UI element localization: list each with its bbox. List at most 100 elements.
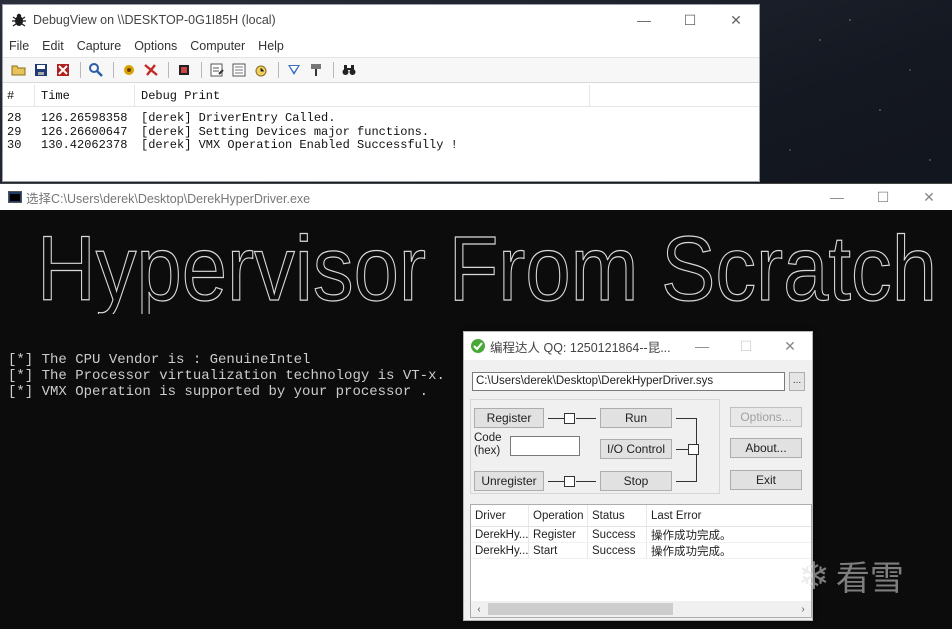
debugview-window: DebugView on \\DESKTOP-0G1I85H (local) —… bbox=[2, 4, 760, 182]
capture-icon[interactable] bbox=[121, 62, 137, 78]
menu-edit[interactable]: Edit bbox=[42, 39, 64, 53]
code-hex-input[interactable] bbox=[510, 436, 580, 456]
column-debug-print[interactable]: Debug Print bbox=[135, 85, 590, 106]
toolbar-separator bbox=[201, 62, 202, 78]
io-control-button[interactable]: I/O Control bbox=[600, 439, 672, 459]
menu-file[interactable]: File bbox=[9, 39, 29, 53]
console-output: [*] The CPU Vendor is : GenuineIntel [*] … bbox=[8, 352, 445, 400]
log-message: [derek] Setting Devices major functions. bbox=[141, 124, 430, 139]
about-button[interactable]: About... bbox=[730, 438, 802, 458]
log-row[interactable]: 29 126.26600647 [derek] Setting Devices … bbox=[3, 124, 759, 140]
history-icon[interactable] bbox=[231, 62, 247, 78]
debugview-menubar: File Edit Capture Options Computer Help bbox=[3, 35, 759, 57]
debugview-titlebar[interactable]: DebugView on \\DESKTOP-0G1I85H (local) —… bbox=[3, 5, 759, 35]
minimize-button[interactable]: — bbox=[621, 5, 667, 35]
loader-titlebar[interactable]: 编程达人 QQ: 1250121864--昆... — ☐ ✕ bbox=[464, 332, 812, 360]
autoscroll-icon[interactable] bbox=[286, 62, 302, 78]
find-icon[interactable] bbox=[88, 62, 104, 78]
driver-loader-dialog: 编程达人 QQ: 1250121864--昆... — ☐ ✕ C:\Users… bbox=[463, 331, 813, 621]
wire-line bbox=[676, 449, 688, 450]
clock-icon[interactable] bbox=[253, 62, 269, 78]
scroll-thumb[interactable] bbox=[488, 603, 673, 615]
maximize-button[interactable]: ☐ bbox=[860, 184, 906, 210]
loader-title: 编程达人 QQ: 1250121864--昆... bbox=[490, 340, 671, 355]
register-button[interactable]: Register bbox=[474, 408, 544, 428]
code-label-line: Code bbox=[474, 432, 502, 444]
bug-icon bbox=[12, 13, 26, 27]
operation-log-list[interactable]: Driver Operation Status Last Error Derek… bbox=[470, 504, 812, 618]
maximize-button: ☐ bbox=[739, 337, 753, 354]
debugview-column-header: # Time Debug Print bbox=[3, 85, 759, 107]
close-button[interactable]: ✕ bbox=[713, 5, 759, 35]
scroll-right-button[interactable]: › bbox=[795, 604, 811, 615]
console-titlebar[interactable]: 选择C:\Users\derek\Desktop\DerekHyperDrive… bbox=[0, 184, 952, 210]
log-number: 28 bbox=[7, 111, 22, 125]
wire-line bbox=[676, 481, 696, 482]
options-icon[interactable] bbox=[209, 62, 225, 78]
maximize-button[interactable]: ☐ bbox=[667, 5, 713, 35]
log-message: [derek] DriverEntry Called. bbox=[141, 111, 336, 125]
toolbar-separator bbox=[80, 62, 81, 78]
column-driver[interactable]: Driver bbox=[471, 505, 529, 526]
driver-path-input[interactable]: C:\Users\derek\Desktop\DerekHyperDriver.… bbox=[472, 372, 785, 391]
watermark-text: 看雪 bbox=[835, 559, 904, 599]
browse-button[interactable]: ... bbox=[789, 372, 805, 391]
unregister-button[interactable]: Unregister bbox=[474, 471, 544, 491]
clear-icon[interactable] bbox=[55, 62, 71, 78]
console-title: 选择C:\Users\derek\Desktop\DerekHyperDrive… bbox=[26, 191, 311, 206]
exit-button[interactable]: Exit bbox=[730, 470, 802, 490]
ascii-banner: Hypervisor From Scratch bbox=[36, 218, 937, 314]
wire-line bbox=[548, 418, 564, 419]
open-icon[interactable] bbox=[11, 62, 27, 78]
pin-icon[interactable] bbox=[308, 62, 324, 78]
log-number: 29 bbox=[7, 124, 22, 139]
debugview-log-list[interactable]: # Time Debug Print 28 126.26598358 [dere… bbox=[3, 85, 759, 181]
run-button[interactable]: Run bbox=[600, 408, 672, 428]
debugview-toolbar bbox=[3, 57, 759, 83]
scroll-left-button[interactable]: ‹ bbox=[471, 604, 487, 615]
log-row[interactable]: 28 126.26598358 [derek] DriverEntry Call… bbox=[3, 111, 759, 126]
row-status: Success bbox=[588, 543, 647, 558]
toolbar-separator bbox=[333, 62, 334, 78]
minimize-button[interactable]: — bbox=[814, 184, 860, 210]
console-icon bbox=[8, 191, 22, 203]
close-button[interactable]: ✕ bbox=[768, 332, 812, 360]
menu-capture[interactable]: Capture bbox=[77, 39, 121, 53]
app-actions-group: Options... About... Exit bbox=[722, 399, 810, 494]
console-line: [*] The CPU Vendor is : GenuineIntel bbox=[8, 352, 311, 368]
binoculars-icon[interactable] bbox=[341, 62, 357, 78]
column-last-error[interactable]: Last Error bbox=[647, 505, 767, 526]
stop-button[interactable]: Stop bbox=[600, 471, 672, 491]
log-time: 126.26598358 bbox=[41, 111, 128, 125]
menu-computer[interactable]: Computer bbox=[190, 39, 245, 53]
service-control-group: Register Run I/O Control Unregister Stop bbox=[470, 399, 720, 494]
unregister-state-box bbox=[564, 476, 575, 487]
horizontal-scrollbar[interactable]: ‹ › bbox=[471, 601, 811, 617]
row-last-error: 操作成功完成。 bbox=[651, 529, 732, 542]
snowflake-icon: ❄ bbox=[798, 553, 830, 598]
menu-help[interactable]: Help bbox=[258, 39, 284, 53]
minimize-button[interactable]: — bbox=[680, 332, 724, 360]
column-time[interactable]: Time bbox=[35, 85, 135, 106]
console-line: [*] The Processor virtualization technol… bbox=[8, 368, 445, 384]
operation-row[interactable]: DerekHy... Start Success 操作成功完成。 bbox=[471, 543, 811, 559]
column-status[interactable]: Status bbox=[588, 505, 647, 526]
toolbar-separator bbox=[113, 62, 114, 78]
operation-row[interactable]: DerekHy... Register Success 操作成功完成。 bbox=[471, 527, 811, 543]
filter-icon[interactable] bbox=[143, 62, 159, 78]
log-row[interactable]: 30 130.42062378 [derek] VMX Operation En… bbox=[3, 138, 759, 153]
toolbar-separator bbox=[278, 62, 279, 78]
highlight-icon[interactable] bbox=[176, 62, 192, 78]
register-state-box bbox=[564, 413, 575, 424]
row-status: Success bbox=[588, 527, 647, 542]
row-last-error: 操作成功完成。 bbox=[651, 545, 732, 558]
menu-options[interactable]: Options bbox=[134, 39, 177, 53]
app-logo-icon bbox=[471, 339, 485, 353]
operation-log-header: Driver Operation Status Last Error bbox=[471, 505, 811, 527]
column-operation[interactable]: Operation bbox=[529, 505, 588, 526]
save-icon[interactable] bbox=[33, 62, 49, 78]
close-button[interactable]: ✕ bbox=[906, 184, 952, 210]
column-number[interactable]: # bbox=[3, 85, 35, 106]
log-number: 30 bbox=[7, 138, 22, 152]
wire-line bbox=[548, 481, 564, 482]
